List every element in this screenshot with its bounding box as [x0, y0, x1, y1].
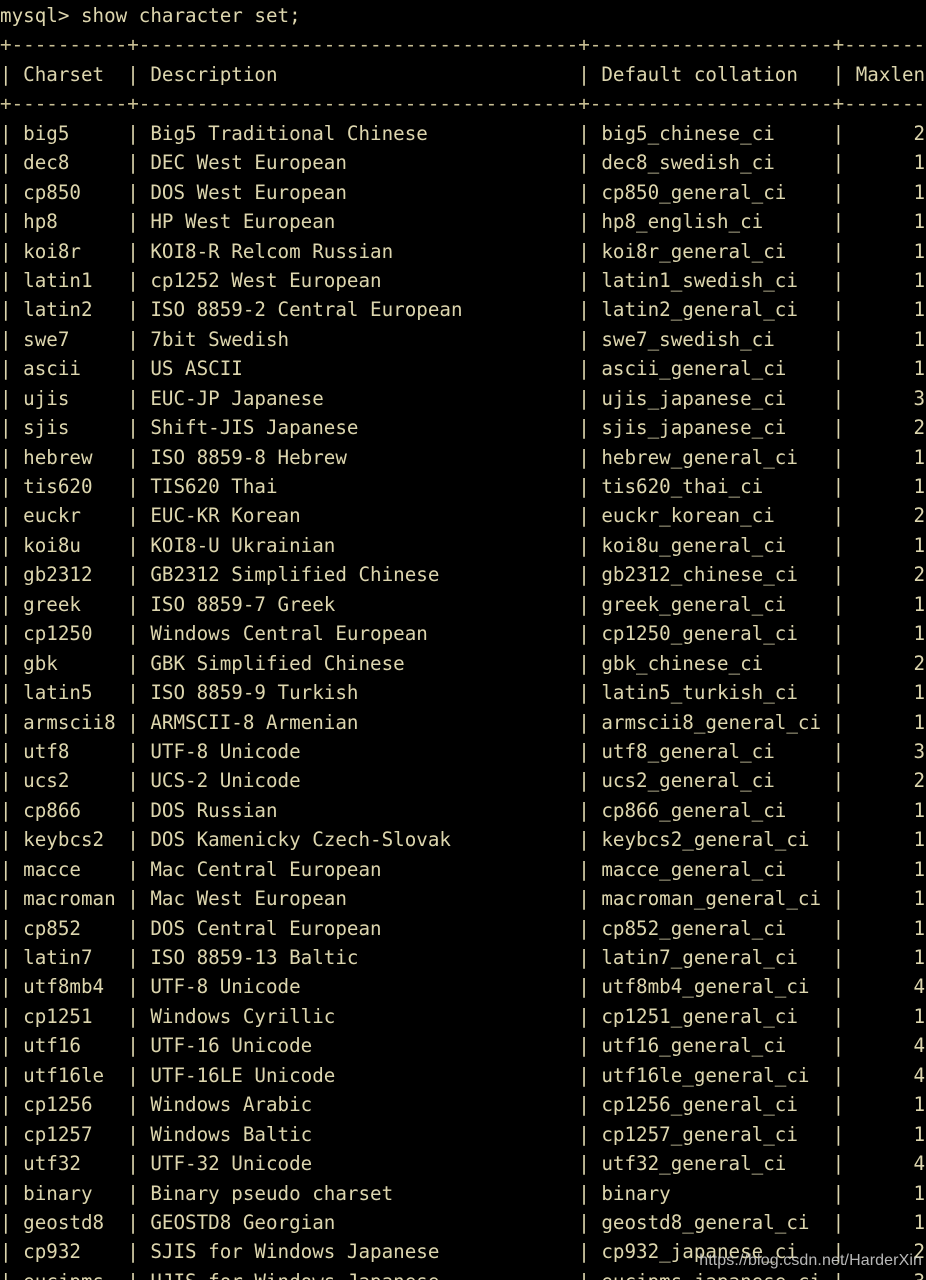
- table-row: | macce | Mac Central European | macce_g…: [0, 857, 926, 881]
- table-row: | utf16le | UTF-16LE Unicode | utf16le_g…: [0, 1063, 926, 1087]
- table-row: | ucs2 | UCS-2 Unicode | ucs2_general_ci…: [0, 769, 926, 793]
- table-row: | gb2312 | GB2312 Simplified Chinese | g…: [0, 563, 926, 587]
- table-row: | gbk | GBK Simplified Chinese | gbk_chi…: [0, 651, 926, 675]
- table-rule-top: +----------+----------------------------…: [0, 33, 926, 57]
- table-row: | latin5 | ISO 8859-9 Turkish | latin5_t…: [0, 681, 926, 705]
- table-row: | sjis | Shift-JIS Japanese | sjis_japan…: [0, 416, 926, 440]
- table-row: | cp852 | DOS Central European | cp852_g…: [0, 916, 926, 940]
- table-row: | big5 | Big5 Traditional Chinese | big5…: [0, 121, 926, 145]
- table-row: | tis620 | TIS620 Thai | tis620_thai_ci …: [0, 475, 926, 498]
- table-row: | ujis | EUC-JP Japanese | ujis_japanese…: [0, 386, 926, 410]
- table-row: | utf32 | UTF-32 Unicode | utf32_general…: [0, 1152, 926, 1176]
- table-row: | dec8 | DEC West European | dec8_swedis…: [0, 151, 926, 175]
- table-row: | utf8 | UTF-8 Unicode | utf8_general_ci…: [0, 739, 926, 763]
- table-row: | cp1256 | Windows Arabic | cp1256_gener…: [0, 1093, 926, 1117]
- table-row: | euckr | EUC-KR Korean | euckr_korean_c…: [0, 504, 926, 528]
- table-row: | binary | Binary pseudo charset | binar…: [0, 1181, 926, 1205]
- table-row: | swe7 | 7bit Swedish | swe7_swedish_ci …: [0, 327, 926, 351]
- watermark-text: https://blog.csdn.net/HarderXin: [699, 1252, 922, 1269]
- terminal-output: mysql> show character set; +----------+--…: [0, 1, 926, 1280]
- table-row: | cp1250 | Windows Central European | cp…: [0, 622, 926, 646]
- table-row: | utf16 | UTF-16 Unicode | utf16_general…: [0, 1034, 926, 1058]
- table-row: | greek | ISO 8859-7 Greek | greek_gener…: [0, 592, 926, 616]
- table-row: | hebrew | ISO 8859-8 Hebrew | hebrew_ge…: [0, 445, 926, 469]
- table-row: | koi8u | KOI8-U Ukrainian | koi8u_gener…: [0, 533, 926, 557]
- table-row: | geostd8 | GEOSTD8 Georgian | geostd8_g…: [0, 1210, 926, 1234]
- table-row: | armscii8 | ARMSCII-8 Armenian | armsci…: [0, 710, 926, 734]
- table-row: | cp1257 | Windows Baltic | cp1257_gener…: [0, 1122, 926, 1146]
- table-row: | hp8 | HP West European | hp8_english_c…: [0, 210, 926, 234]
- table-row: | latin7 | ISO 8859-13 Baltic | latin7_g…: [0, 946, 926, 969]
- table-row: | koi8r | KOI8-R Relcom Russian | koi8r_…: [0, 239, 926, 263]
- terminal-window: mysql> show character set; +----------+--…: [0, 0, 926, 1280]
- table-row: | cp866 | DOS Russian | cp866_general_ci…: [0, 798, 926, 822]
- table-row: | ascii | US ASCII | ascii_general_ci | …: [0, 357, 926, 381]
- table-header-row: | Charset | Description | Default collat…: [0, 62, 926, 86]
- table-row: | keybcs2 | DOS Kamenicky Czech-Slovak |…: [0, 828, 926, 852]
- table-rule-header: +----------+----------------------------…: [0, 92, 926, 116]
- table-row: | cp850 | DOS West European | cp850_gene…: [0, 180, 926, 204]
- table-row: | utf8mb4 | UTF-8 Unicode | utf8mb4_gene…: [0, 975, 926, 999]
- table-row: | macroman | Mac West European | macroma…: [0, 887, 926, 911]
- table-row: | latin1 | cp1252 West European | latin1…: [0, 268, 926, 292]
- prompt-line: mysql> show character set;: [0, 4, 301, 27]
- table-row: | latin2 | ISO 8859-2 Central European |…: [0, 298, 926, 322]
- table-row: | cp1251 | Windows Cyrillic | cp1251_gen…: [0, 1004, 926, 1028]
